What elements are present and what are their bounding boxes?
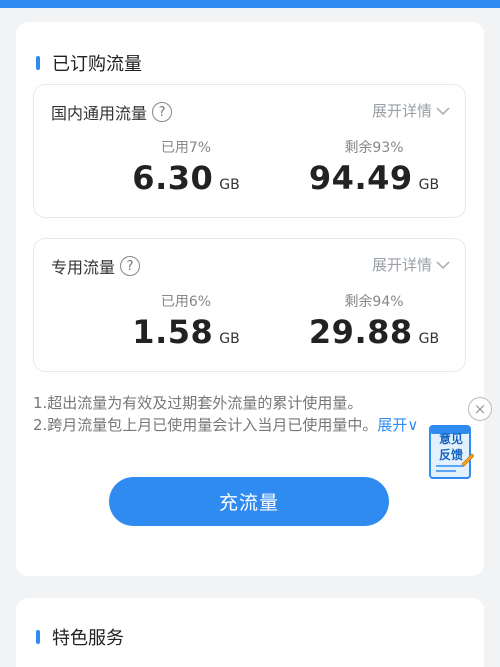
features-card: 特色服务 xyxy=(16,598,484,667)
remaining-unit: GB xyxy=(418,177,440,193)
dedicated-data-panel: 专用流量 ? 展开详情 已用6% 1.58 GB 剩余94% 29.88 GB xyxy=(33,238,466,372)
note-line-1: 1.超出流量为有效及过期套外流量的累计使用量。 xyxy=(33,394,363,412)
domestic-used-stat: 已用7% 6.30 GB xyxy=(96,137,276,197)
chevron-down-icon xyxy=(436,102,450,120)
domestic-expand-details-button[interactable]: 展开详情 xyxy=(372,100,450,121)
used-unit: GB xyxy=(219,331,240,347)
note-line-2: 2.跨月流量包上月已使用量会计入当月已使用量中。展开∨ xyxy=(33,414,473,436)
used-percent-label: 已用6% xyxy=(160,294,212,310)
used-value: 6.30 xyxy=(132,159,214,197)
domestic-data-panel: 国内通用流量 ? 展开详情 已用7% 6.30 GB 剩余93% 94.49 GB xyxy=(33,84,466,218)
feedback-close-icon[interactable]: × xyxy=(468,397,492,421)
dedicated-remaining-stat: 剩余94% 29.88 GB xyxy=(284,291,464,351)
remaining-percent-label: 剩余93% xyxy=(344,140,404,156)
subscribed-data-card: 已订购流量 国内通用流量 ? 展开详情 已用7% 6.30 GB 剩余93% 94… xyxy=(16,22,484,576)
remaining-unit: GB xyxy=(418,331,440,347)
used-value: 1.58 xyxy=(132,313,214,351)
help-icon[interactable]: ? xyxy=(152,102,173,122)
feedback-label-line-2: 反馈 xyxy=(438,448,463,462)
notes-expand-link[interactable]: 展开∨ xyxy=(377,416,418,434)
dedicated-data-title: 专用流量 xyxy=(51,258,116,277)
remaining-value: 29.88 xyxy=(308,313,413,351)
section-title-features: 特色服务 xyxy=(36,624,124,650)
section-title-subscribed: 已订购流量 xyxy=(36,50,142,76)
note-line-2-text: 2.跨月流量包上月已使用量会计入当月已使用量中。 xyxy=(33,416,378,434)
dedicated-used-stat: 已用6% 1.58 GB xyxy=(96,291,276,351)
recharge-data-button[interactable]: 充流量 xyxy=(109,477,389,526)
chevron-down-icon xyxy=(436,256,450,274)
dedicated-expand-details-button[interactable]: 展开详情 xyxy=(372,254,450,275)
dedicated-data-header: 专用流量 ? xyxy=(51,254,141,278)
top-bar xyxy=(0,0,500,8)
domestic-data-header: 国内通用流量 ? xyxy=(51,100,173,124)
notes: 1.超出流量为有效及过期套外流量的累计使用量。 2.跨月流量包上月已使用量会计入… xyxy=(33,392,473,436)
expand-details-label: 展开详情 xyxy=(371,102,432,120)
used-percent-label: 已用7% xyxy=(160,140,212,156)
feedback-label-line-1: 意见 xyxy=(438,432,463,446)
domestic-remaining-stat: 剩余93% 94.49 GB xyxy=(284,137,464,197)
section-accent-bar xyxy=(36,56,40,70)
used-unit: GB xyxy=(219,177,240,193)
help-icon[interactable]: ? xyxy=(120,256,141,276)
domestic-data-title: 国内通用流量 xyxy=(51,104,148,123)
remaining-percent-label: 剩余94% xyxy=(344,294,404,310)
expand-details-label: 展开详情 xyxy=(371,256,432,274)
section-title-text: 特色服务 xyxy=(52,628,124,649)
remaining-value: 94.49 xyxy=(308,159,413,197)
section-title-text: 已订购流量 xyxy=(52,54,142,75)
section-accent-bar xyxy=(36,630,40,644)
feedback-label: 意见 反馈 xyxy=(431,431,471,463)
